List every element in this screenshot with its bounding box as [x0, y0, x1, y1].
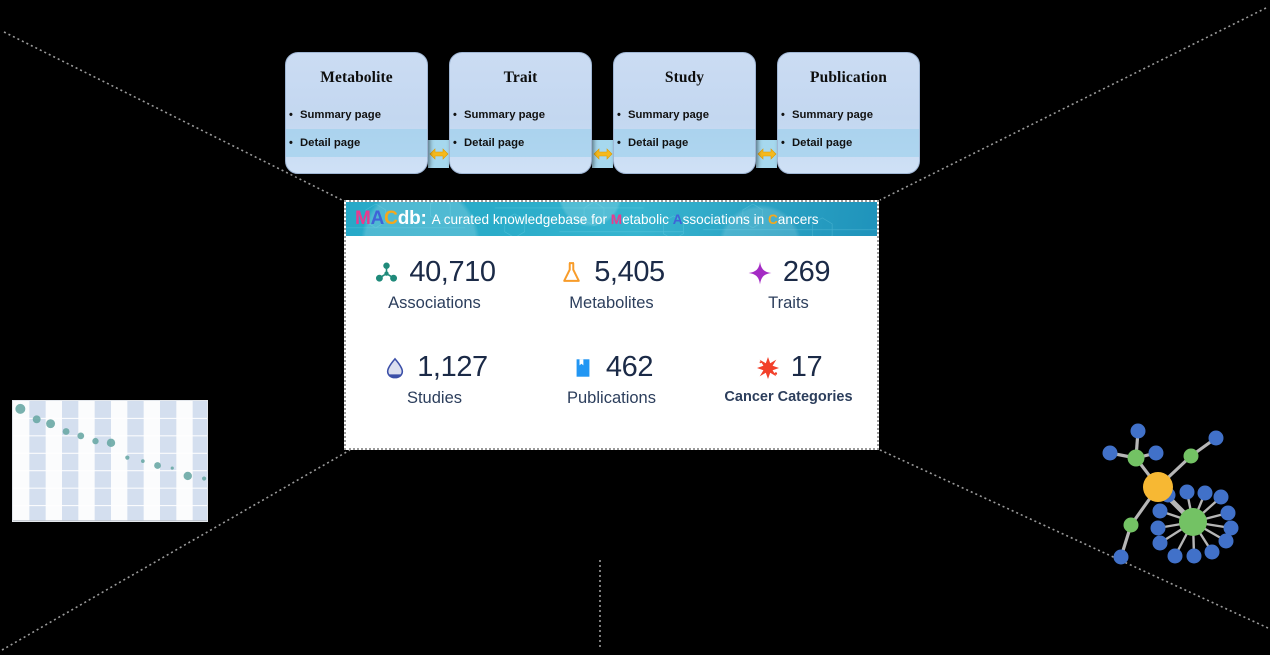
molecule-icon — [373, 259, 400, 286]
chart-point — [32, 415, 41, 424]
flow-card-title: Metabolite — [320, 69, 393, 86]
chart-point — [183, 471, 192, 481]
tagline-highlight-a: A — [672, 211, 683, 227]
stat-label: Studies — [406, 389, 463, 407]
tagline-associations: ssociations in — [682, 211, 768, 227]
flow-card-title: Publication — [810, 69, 887, 86]
stat-label: Metabolites — [569, 294, 654, 312]
stat-value-row: 17 — [755, 351, 823, 383]
stat-studies[interactable]: 1,127 Studies — [346, 353, 523, 448]
logo-letter-a: A — [370, 208, 385, 229]
flow-card-item-detail[interactable]: Detail page — [450, 129, 591, 157]
chart-point — [46, 419, 56, 429]
stat-value: 462 — [605, 351, 654, 383]
network-hub-node — [1143, 472, 1173, 502]
guide-top-right — [879, 7, 1267, 201]
stat-metabolites[interactable]: 5,405 Metabolites — [523, 258, 700, 353]
network-graph-thumbnail[interactable] — [1090, 415, 1270, 575]
chart-point — [125, 455, 130, 460]
chart-point — [202, 476, 207, 481]
flow-card-item-detail[interactable]: Detail page — [286, 129, 427, 157]
chart-band — [192, 401, 207, 521]
flow-card-item-detail[interactable]: Detail page — [614, 129, 755, 157]
entity-flow-cards: Metabolite Summary page Detail page Trai… — [285, 52, 920, 174]
chart-point — [154, 462, 161, 469]
stat-value: 5,405 — [594, 256, 665, 288]
stat-value: 1,127 — [417, 351, 488, 383]
flow-card-item-summary[interactable]: Summary page — [614, 101, 755, 129]
flow-card-study[interactable]: Study Summary page Detail page — [613, 52, 756, 174]
flow-card-item-summary[interactable]: Summary page — [450, 101, 591, 129]
stat-value-row: 40,710 — [373, 256, 496, 288]
flow-card-metabolite[interactable]: Metabolite Summary page Detail page — [285, 52, 428, 174]
flow-card-list: Summary page Detail page — [614, 101, 755, 157]
stat-cancer-categories[interactable]: 17 Cancer Categories — [700, 353, 877, 448]
stat-publications[interactable]: 462 Publications — [523, 353, 700, 448]
double-arrow-icon — [593, 148, 612, 160]
chart-point — [15, 403, 26, 414]
flow-card-list: Summary page Detail page — [778, 101, 919, 157]
double-arrow-icon — [429, 148, 448, 160]
tagline-cancers: ancers — [777, 211, 819, 227]
chart-point — [62, 428, 70, 435]
macdb-home-panel: MACdb: A curated knowledgebase for Metab… — [344, 200, 879, 450]
tagline-highlight-c: C — [767, 211, 778, 227]
flow-card-item-detail[interactable]: Detail page — [778, 129, 919, 157]
chart-point — [77, 432, 85, 440]
chart-point — [170, 466, 174, 470]
flask-icon — [558, 259, 585, 286]
flow-card-list: Summary page Detail page — [286, 101, 427, 157]
stat-associations[interactable]: 40,710 Associations — [346, 258, 523, 353]
statistics-grid: 40,710 Associations 5,405 Metabolites 26… — [346, 236, 877, 448]
flow-connector-2 — [592, 140, 613, 168]
droplet-icon — [381, 354, 408, 381]
logo-letter-c: C — [384, 208, 398, 229]
splat-icon — [755, 354, 782, 381]
stat-value: 17 — [790, 351, 823, 383]
chart-point — [141, 459, 145, 463]
stat-value-row: 462 — [570, 353, 653, 382]
stat-value-row: 269 — [747, 258, 830, 287]
chart-point — [106, 438, 116, 448]
chart-band — [94, 401, 111, 521]
tagline-metabolic: etabolic — [622, 211, 673, 227]
tagline-highlight-m: M — [610, 211, 623, 227]
stat-value-row: 1,127 — [381, 353, 488, 382]
stat-traits[interactable]: 269 Traits — [700, 258, 877, 353]
flow-card-list: Summary page Detail page — [450, 101, 591, 157]
stat-label: Cancer Categories — [724, 389, 853, 405]
tagline-prefix: A curated knowledgebase for — [431, 211, 611, 227]
chart-point — [92, 437, 99, 445]
stat-label: Traits — [768, 294, 809, 312]
sparkle-icon — [747, 259, 774, 286]
flow-card-item-summary[interactable]: Summary page — [778, 101, 919, 129]
stat-value: 269 — [782, 256, 831, 288]
site-tagline: A curated knowledgebase for Metabolic As… — [432, 212, 819, 227]
scatter-plot-thumbnail[interactable] — [12, 400, 208, 522]
stat-value-row: 5,405 — [558, 258, 665, 287]
bookmark-icon — [570, 354, 597, 381]
flow-card-title: Study — [664, 69, 705, 86]
stat-label: Publications — [567, 389, 656, 407]
flow-connector-3 — [756, 140, 777, 168]
site-logo: MACdb: — [355, 208, 427, 230]
flow-connector-1 — [428, 140, 449, 168]
site-banner: MACdb: A curated knowledgebase for Metab… — [346, 202, 877, 236]
chart-band — [160, 401, 177, 521]
figure-canvas: Metabolite Summary page Detail page Trai… — [0, 0, 1270, 655]
logo-letter-m: M — [355, 208, 371, 229]
flow-card-trait[interactable]: Trait Summary page Detail page — [449, 52, 592, 174]
flow-card-publication[interactable]: Publication Summary page Detail page — [777, 52, 920, 174]
scatter-plot-svg — [13, 401, 207, 521]
chart-band — [62, 401, 79, 521]
stat-value: 40,710 — [409, 256, 496, 288]
logo-suffix: db: — [397, 208, 427, 229]
stat-label: Associations — [388, 294, 481, 312]
flow-card-title: Trait — [503, 69, 538, 86]
flow-card-item-summary[interactable]: Summary page — [286, 101, 427, 129]
double-arrow-icon — [757, 148, 776, 160]
